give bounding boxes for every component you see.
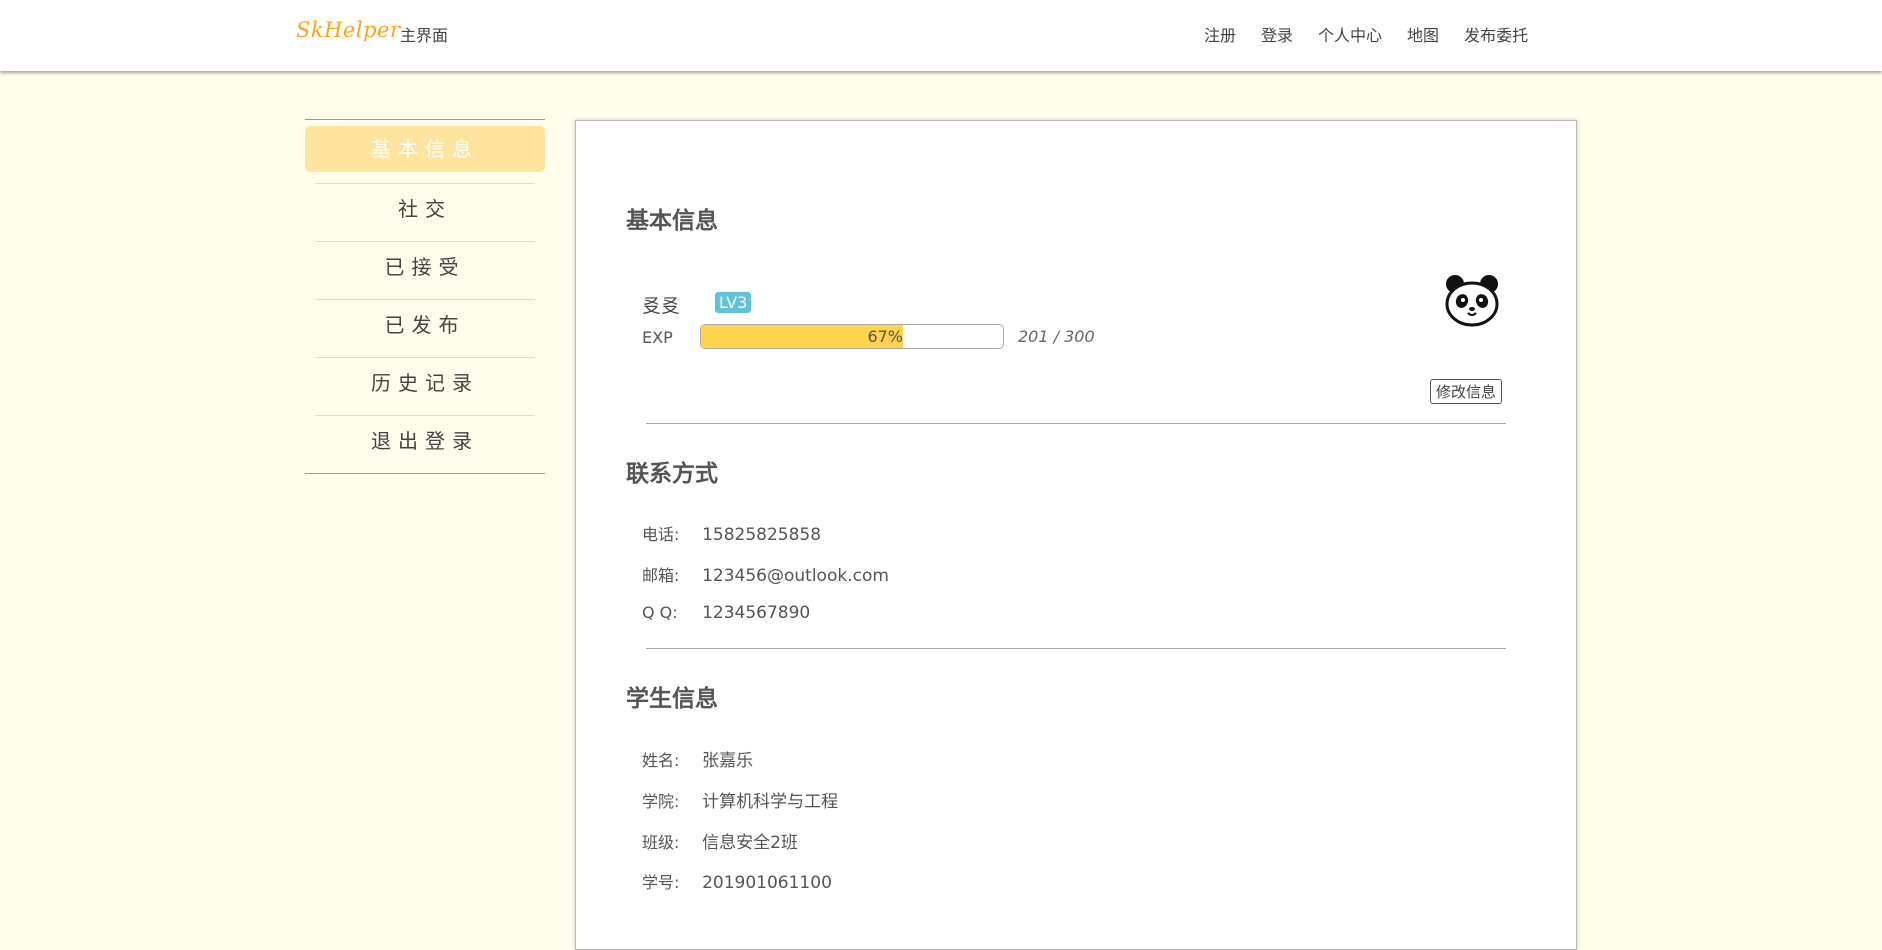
- divider: [646, 648, 1506, 649]
- contact-row-phone: 电话: 15825825858: [642, 521, 821, 545]
- sidebar-item-basic-info[interactable]: 基本信息: [305, 126, 545, 172]
- level-badge: LV3: [715, 292, 752, 313]
- divider: [646, 423, 1506, 424]
- username: 㕛㕛: [642, 295, 681, 317]
- nav-register-link[interactable]: 注册: [1204, 22, 1236, 46]
- logo[interactable]: SkHelper: [296, 18, 400, 42]
- contact-title: 联系方式: [626, 461, 718, 487]
- basic-info-title: 基本信息: [626, 208, 718, 234]
- exp-percent: 67%: [867, 327, 903, 346]
- contact-row-email: 邮箱: 123456@outlook.com: [642, 562, 889, 586]
- email-value: 123456@outlook.com: [702, 566, 889, 586]
- student-id-label: 学号:: [642, 873, 680, 892]
- sidebar: 基本信息 社交 已接受 已发布 历史记录 退出登录: [305, 119, 545, 474]
- student-row-name: 姓名: 张嘉乐: [642, 746, 753, 771]
- name-label: 姓名:: [642, 751, 680, 770]
- college-label: 学院:: [642, 792, 680, 811]
- email-label: 邮箱:: [642, 566, 680, 585]
- edit-info-button[interactable]: 修改信息: [1430, 379, 1503, 404]
- exp-value: 201 / 300: [1018, 327, 1095, 346]
- nav-map-link[interactable]: 地图: [1407, 22, 1439, 46]
- divider: [305, 119, 545, 120]
- profile-card: 基本信息 㕛㕛 LV3 EXP 67% 201 / 300 修改信息 联系方式 …: [575, 120, 1577, 950]
- class-value: 信息安全2班: [702, 833, 798, 853]
- sidebar-item-logout[interactable]: 退出登录: [305, 416, 545, 473]
- name-value: 张嘉乐: [702, 751, 754, 771]
- student-row-college: 学院: 计算机科学与工程: [642, 787, 838, 812]
- sidebar-item-accepted[interactable]: 已接受: [305, 242, 545, 299]
- student-info-title: 学生信息: [626, 686, 718, 712]
- student-row-class: 班级: 信息安全2班: [642, 828, 798, 853]
- sidebar-item-published[interactable]: 已发布: [305, 300, 545, 357]
- phone-label: 电话:: [642, 525, 680, 544]
- contact-row-qq: Q Q: 1234567890: [642, 603, 810, 623]
- qq-label: Q Q:: [642, 603, 678, 622]
- student-row-id: 学号: 201901061100: [642, 869, 832, 893]
- college-value: 计算机科学与工程: [702, 792, 839, 812]
- divider: [305, 473, 545, 474]
- qq-value: 1234567890: [702, 603, 811, 623]
- nav-post-task-link[interactable]: 发布委托: [1464, 22, 1528, 46]
- nav-home-link[interactable]: 主界面: [400, 22, 448, 46]
- sidebar-item-social[interactable]: 社交: [305, 184, 545, 241]
- sidebar-item-history[interactable]: 历史记录: [305, 358, 545, 415]
- student-id-value: 201901061100: [702, 873, 832, 893]
- class-label: 班级:: [642, 833, 680, 852]
- nav-menu: 注册 登录 个人中心 地图 发布委托: [1204, 22, 1528, 46]
- exp-progress-bar: 67%: [700, 324, 1004, 349]
- phone-value: 15825825858: [702, 525, 822, 545]
- exp-label: EXP: [642, 328, 673, 347]
- nav-profile-link[interactable]: 个人中心: [1318, 22, 1382, 46]
- top-navbar: SkHelper 主界面 注册 登录 个人中心 地图 发布委托: [0, 0, 1882, 71]
- panda-avatar-icon[interactable]: [1438, 266, 1506, 334]
- nav-login-link[interactable]: 登录: [1261, 22, 1293, 46]
